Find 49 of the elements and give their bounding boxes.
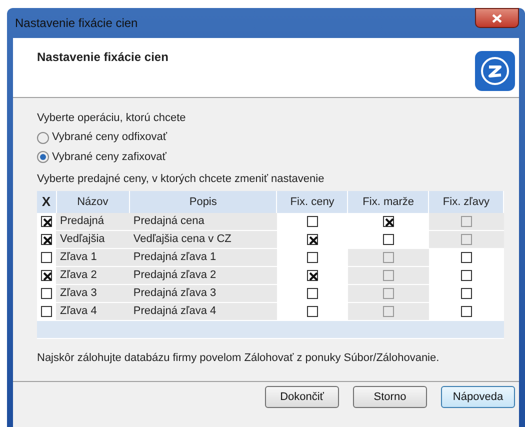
checkbox[interactable] [306, 288, 318, 299]
table-cell: Zľava 3 [56, 284, 130, 302]
checkbox[interactable] [41, 252, 52, 263]
table-cell: Predajná [56, 212, 130, 230]
column-header[interactable]: Fix. zľavy [428, 191, 504, 212]
checkbox[interactable] [306, 306, 318, 317]
table-cell: Zľava 4 [56, 302, 130, 320]
radio-option[interactable]: Vybrané ceny odfixovať [37, 129, 503, 146]
checkbox[interactable] [382, 216, 394, 227]
checkbox[interactable] [41, 270, 52, 281]
close-button[interactable] [475, 8, 519, 28]
column-header[interactable]: Názov [56, 191, 130, 212]
column-header[interactable]: Fix. marže [348, 191, 429, 212]
checkbox[interactable] [41, 216, 52, 227]
checkbox[interactable] [41, 288, 52, 299]
checkbox[interactable] [306, 216, 318, 227]
radio-option[interactable]: Vybrané ceny zafixovať [37, 148, 503, 165]
checkbox[interactable] [41, 306, 52, 317]
checkbox[interactable] [41, 234, 52, 245]
table-cell: Zľava 2 [56, 266, 130, 284]
checkbox[interactable] [460, 306, 472, 317]
operation-prompt: Vyberte operáciu, ktorú chcete [37, 111, 187, 126]
checkbox[interactable] [460, 270, 472, 281]
dialog-button[interactable]: Storno [353, 386, 427, 408]
window-title: Nastavenie fixácie cien [14, 15, 138, 32]
table-cell: Predajná zľava 3 [129, 284, 277, 302]
column-header[interactable]: Popis [129, 191, 277, 212]
table-cell: Predajná zľava 2 [129, 266, 277, 284]
table-cell: Vedľajšia cena v CZ [129, 230, 277, 248]
checkbox[interactable] [382, 234, 394, 245]
logo-icon [475, 48, 515, 94]
backup-note: Najskôr zálohujte databázu firmy povelom Zálohovať z ponuky Súbor/Zálohovanie. [37, 351, 440, 366]
table-cell: Predajná cena [129, 212, 277, 230]
checkbox[interactable] [460, 288, 472, 299]
dialog-heading: Nastavenie fixácie cien [37, 49, 168, 66]
close-icon [492, 14, 502, 22]
table-cell: Predajná zľava 4 [129, 302, 277, 320]
checkbox[interactable] [460, 252, 472, 263]
table-cell: Zľava 1 [56, 248, 130, 266]
prices-prompt: Vyberte predajné ceny, v ktorých chcete zmeniť nastavenie [37, 172, 326, 186]
checkbox[interactable] [306, 252, 318, 263]
checkbox[interactable] [306, 234, 318, 245]
checkbox[interactable] [306, 270, 318, 281]
table-cell: Predajná zľava 1 [129, 248, 277, 266]
column-header[interactable]: Fix. ceny [276, 191, 348, 212]
column-header[interactable]: X [37, 191, 56, 212]
dialog-button[interactable]: Nápoveda [441, 386, 515, 408]
table-cell: Vedľajšia [56, 230, 130, 248]
dialog-button[interactable]: Dokončiť [265, 386, 339, 408]
